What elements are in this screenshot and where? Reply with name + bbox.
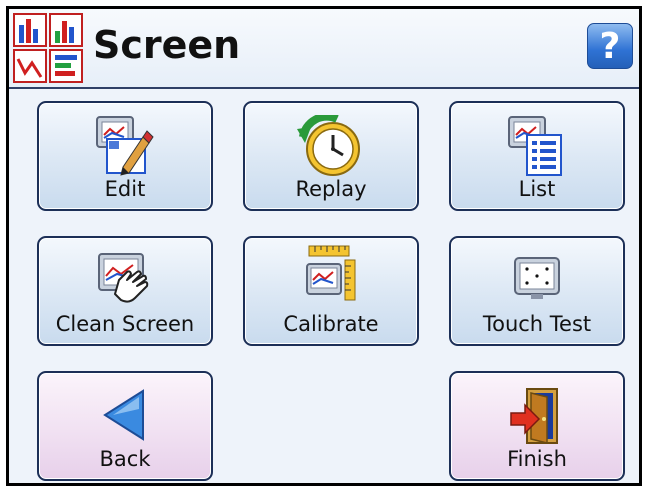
calibrate-button-label: Calibrate bbox=[283, 312, 379, 336]
finish-button[interactable]: Finish bbox=[449, 371, 625, 481]
calibrate-ruler-icon bbox=[306, 245, 356, 301]
replay-button[interactable]: Replay bbox=[243, 101, 419, 211]
app-window: Screen ? Edit Replay List Clean Screen C… bbox=[6, 6, 642, 486]
replay-button-label: Replay bbox=[295, 177, 367, 201]
charts-app-icon bbox=[13, 13, 83, 83]
page-title: Screen bbox=[93, 23, 241, 67]
list-button-label: List bbox=[518, 177, 556, 201]
back-arrow-icon bbox=[103, 389, 144, 441]
edit-screen-icon bbox=[96, 116, 154, 176]
edit-button[interactable]: Edit bbox=[37, 101, 213, 211]
touch-test-button-label: Touch Test bbox=[482, 312, 592, 336]
touch-test-button[interactable]: Touch Test bbox=[449, 236, 625, 346]
replay-clock-icon bbox=[297, 115, 360, 176]
finish-button-label: Finish bbox=[507, 447, 567, 471]
header-divider bbox=[9, 87, 639, 89]
list-button[interactable]: List bbox=[449, 101, 625, 211]
exit-door-icon bbox=[510, 388, 558, 444]
list-screen-icon bbox=[508, 116, 562, 176]
edit-button-label: Edit bbox=[104, 177, 146, 201]
back-button-label: Back bbox=[99, 447, 151, 471]
clean-screen-button[interactable]: Clean Screen bbox=[37, 236, 213, 346]
header-bar: Screen ? bbox=[9, 9, 639, 89]
calibrate-button[interactable]: Calibrate bbox=[243, 236, 419, 346]
help-button[interactable]: ? bbox=[587, 23, 633, 69]
clean-screen-hand-icon bbox=[98, 253, 149, 303]
touch-test-icon bbox=[514, 257, 560, 299]
back-button[interactable]: Back bbox=[37, 371, 213, 481]
clean-screen-button-label: Clean Screen bbox=[55, 312, 195, 336]
